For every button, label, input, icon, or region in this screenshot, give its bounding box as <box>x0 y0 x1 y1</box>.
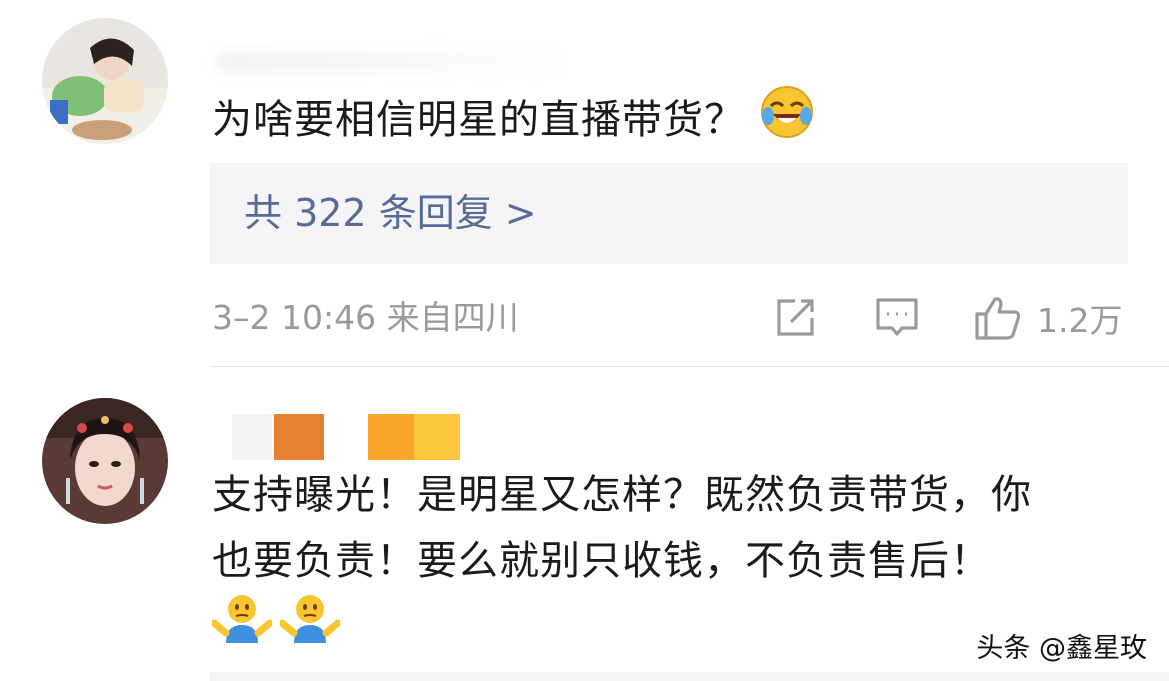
comment-body-line-2: 也要负责！要么就别只收钱，不负责售后！ <box>212 538 991 584</box>
watermark: 头条 @鑫星玫 <box>976 633 1147 664</box>
comment-2: 支持曝光！是明星又怎样？既然负责带货，你 也要负责！要么就别只收钱，不负责售后！ <box>0 0 1169 681</box>
comment-body-line-1: 支持曝光！是明星又怎样？既然负责带货，你 <box>212 472 1032 518</box>
shrug-emoji-icon <box>210 589 274 665</box>
avatar-photo <box>42 398 168 524</box>
next-reply-panel-edge <box>210 672 1169 681</box>
user-avatar[interactable] <box>42 398 168 524</box>
username-mosaic <box>232 414 472 460</box>
shrug-emoji-icon <box>278 589 342 665</box>
